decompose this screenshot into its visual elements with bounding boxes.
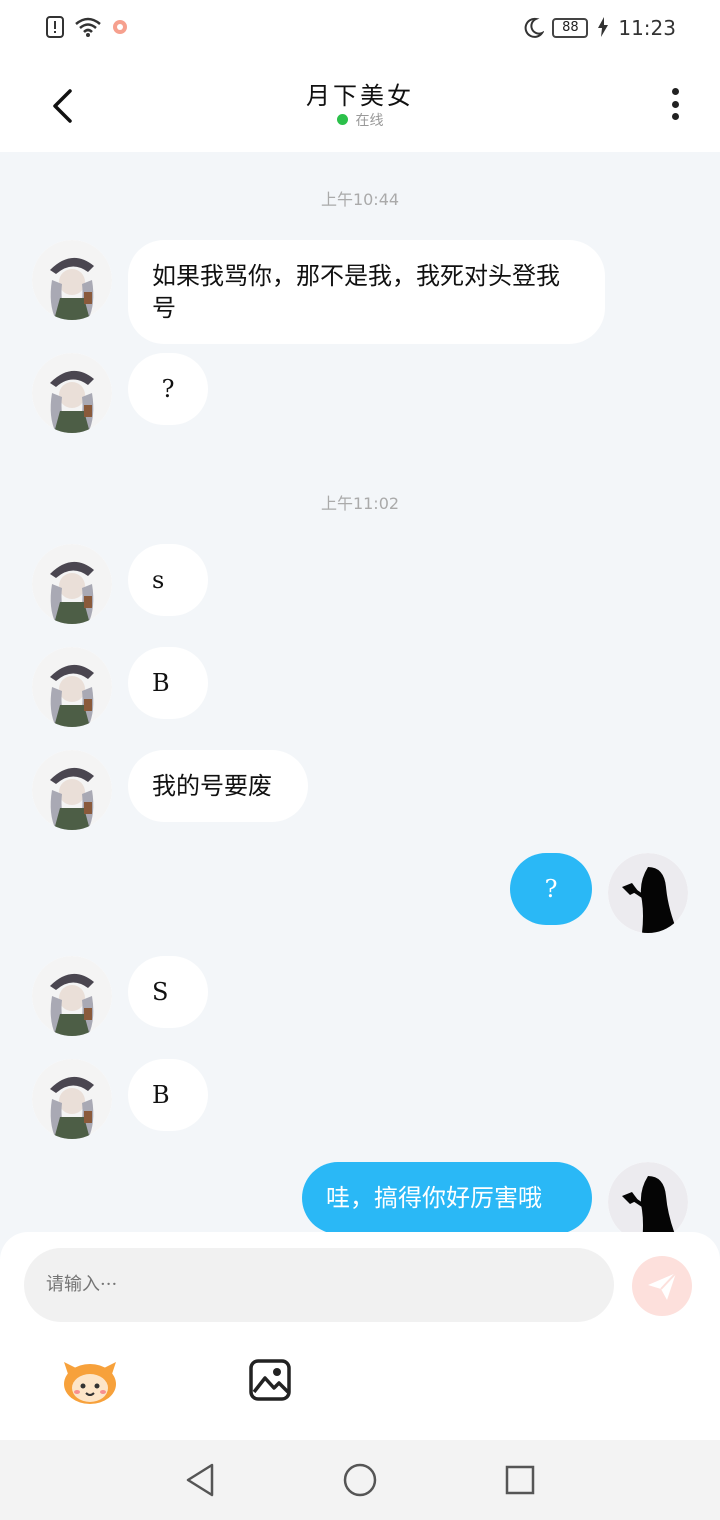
nav-back-icon [186, 1463, 214, 1497]
nav-back-button[interactable] [178, 1458, 222, 1502]
message-text: S [152, 978, 169, 1006]
timestamp: 上午11:02 [320, 494, 400, 513]
moon-icon [522, 17, 546, 39]
contact-avatar[interactable] [32, 240, 112, 320]
contact-avatar[interactable] [32, 956, 112, 1036]
message-bubble-incoming[interactable]: ? [128, 353, 208, 425]
message-text: 我的号要废 [152, 772, 272, 800]
message-text: ? [161, 375, 175, 403]
online-status: 在线 [0, 110, 720, 130]
status-time: 11:23 [618, 16, 676, 40]
image-icon [249, 1359, 291, 1401]
message-composer [0, 1232, 720, 1440]
emoji-button[interactable] [60, 1350, 120, 1410]
send-icon [648, 1272, 677, 1300]
battery-level: 88 [552, 18, 589, 38]
my-avatar[interactable] [608, 853, 688, 933]
nav-recents-icon [505, 1465, 535, 1495]
image-button[interactable] [240, 1350, 300, 1410]
timestamp: 上午10:44 [320, 190, 400, 209]
message-bubble-outgoing[interactable]: 哇，搞得你好厉害哦 [302, 1162, 592, 1232]
status-left [46, 16, 130, 38]
message-bubble-incoming[interactable]: s [128, 544, 208, 616]
more-icon-dot [671, 113, 679, 120]
online-dot-icon [336, 114, 348, 125]
charging-icon [598, 17, 609, 39]
message-bubble-incoming[interactable]: 我的号要废 [128, 750, 308, 822]
chat-header: 月下美女 在线 [0, 58, 720, 152]
online-status-text: 在线 [355, 113, 384, 129]
status-right: 88 11:23 [522, 16, 676, 40]
message-bubble-outgoing[interactable]: ? [510, 853, 592, 925]
emoji-mascot-icon [64, 1362, 116, 1404]
message-bubble-incoming[interactable]: S [128, 956, 208, 1028]
message-bubble-incoming[interactable]: B [128, 647, 208, 719]
wifi-icon [74, 16, 102, 38]
chat-area[interactable]: 上午10:44 如果我骂你，那不是我，我死对头登我号 ? 上午11:02 s B… [0, 152, 720, 1232]
message-bubble-incoming[interactable]: 如果我骂你，那不是我，我死对头登我号 [128, 240, 605, 344]
more-button[interactable] [660, 84, 690, 124]
message-text: ? [544, 875, 558, 903]
more-icon [671, 88, 679, 95]
app-notification-icon [110, 16, 130, 38]
more-icon-dot [671, 100, 679, 108]
send-button[interactable] [632, 1256, 692, 1316]
message-bubble-incoming[interactable]: B [128, 1059, 208, 1131]
message-text: B [152, 1081, 170, 1109]
message-text: s [152, 566, 165, 594]
contact-avatar[interactable] [32, 353, 112, 433]
my-avatar[interactable] [608, 1162, 688, 1232]
message-text: 哇，搞得你好厉害哦 [326, 1184, 542, 1212]
message-text: B [152, 669, 170, 697]
contact-name: 月下美女 [306, 82, 414, 110]
system-nav-bar [0, 1440, 720, 1520]
contact-avatar[interactable] [32, 647, 112, 727]
contact-avatar[interactable] [32, 750, 112, 830]
sim-alert-icon [46, 16, 66, 38]
status-bar: 88 11:23 [0, 0, 720, 58]
nav-recents-button[interactable] [498, 1458, 542, 1502]
message-text: 如果我骂你，那不是我，我死对头登我号 [152, 262, 560, 322]
nav-home-button[interactable] [338, 1458, 382, 1502]
message-input[interactable] [24, 1248, 614, 1322]
contact-avatar[interactable] [32, 544, 112, 624]
nav-home-icon [343, 1463, 377, 1497]
contact-avatar[interactable] [32, 1059, 112, 1139]
